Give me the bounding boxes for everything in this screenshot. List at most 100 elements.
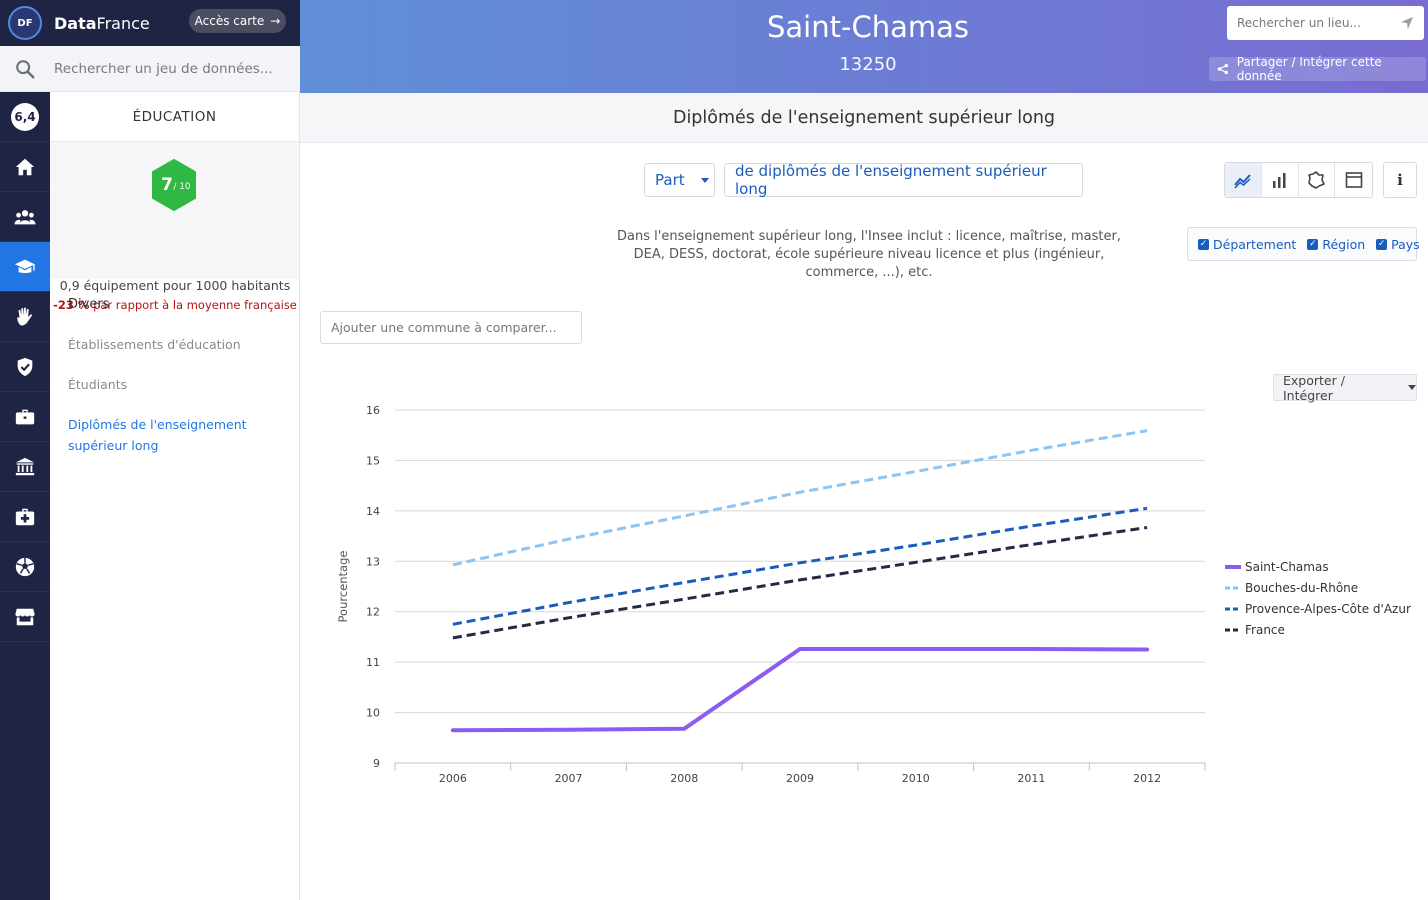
- indicator-type-select[interactable]: Part: [644, 163, 715, 197]
- y-tick-label: 9: [373, 757, 380, 770]
- y-tick-label: 10: [366, 707, 380, 720]
- checkbox-checked-icon: ✓: [1307, 238, 1319, 250]
- graduation-cap-icon: [14, 259, 35, 273]
- chart-legend[interactable]: Saint-Chamas Bouches-du-Rhône Provence-Alp…: [1225, 560, 1411, 637]
- chevron-down-icon: [1408, 385, 1416, 390]
- checkbox-checked-icon: ✓: [1376, 238, 1388, 250]
- compare-commune-input[interactable]: Ajouter une commune à comparer...: [320, 311, 582, 344]
- series-line[interactable]: [450, 647, 1150, 733]
- chart-axes: 9 10 11 12 13 14 15 16 2006 2007 2008 2009 2010 2011 2…: [336, 404, 1206, 785]
- series-line[interactable]: [452, 506, 1148, 626]
- legend-label[interactable]: Bouches-du-Rhône: [1245, 581, 1358, 595]
- brand-bar: DF DataFrance Accès carte →: [0, 0, 300, 46]
- panel-heading: ÉDUCATION: [50, 92, 299, 142]
- brand-name[interactable]: DataFrance: [54, 14, 150, 33]
- rail-item-health[interactable]: [0, 492, 50, 542]
- x-tick-label: 2009: [786, 772, 814, 785]
- rail-item-home[interactable]: [0, 142, 50, 192]
- bar-chart-icon: [1272, 173, 1286, 188]
- dataset-search[interactable]: Rechercher un jeu de données...: [0, 46, 300, 92]
- x-tick-label: 2010: [902, 772, 930, 785]
- map-icon: [1308, 171, 1326, 189]
- rail-item-population[interactable]: [0, 192, 50, 242]
- series-line[interactable]: [452, 429, 1148, 567]
- share-embed-button[interactable]: Partager / Intégrer cette donnée: [1209, 55, 1426, 83]
- line-chart: 9 10 11 12 13 14 15 16 2006 2007 2008 2009 2010 2011 2…: [336, 404, 1411, 785]
- place-search-input[interactable]: Rechercher un lieu...: [1227, 6, 1424, 40]
- map-access-button[interactable]: Accès carte →: [189, 9, 286, 33]
- y-tick-label: 12: [366, 606, 380, 619]
- arrow-right-icon: →: [270, 14, 281, 28]
- score-hexagon: 7 / 10: [152, 159, 196, 211]
- subnav-group-divers: Divers: [68, 297, 110, 312]
- visualization-toggle: [1224, 162, 1373, 198]
- x-tick-label: 2008: [670, 772, 698, 785]
- info-button[interactable]: i: [1383, 162, 1417, 198]
- pays-label: Pays: [1391, 236, 1420, 252]
- checkbox-checked-icon: ✓: [1198, 238, 1209, 250]
- legend-label[interactable]: Saint-Chamas: [1245, 560, 1329, 574]
- legend-label[interactable]: France: [1245, 623, 1285, 637]
- share-embed-label: Partager / Intégrer cette donnée: [1236, 55, 1382, 83]
- rail-item-security[interactable]: [0, 342, 50, 392]
- indicator-type-value: Part: [655, 171, 685, 189]
- location-arrow-icon[interactable]: [1400, 16, 1414, 30]
- departement-checkbox[interactable]: ✓ Département: [1198, 237, 1296, 252]
- subnav-link-etudiants[interactable]: Étudiants: [68, 374, 288, 395]
- score-value: 7: [161, 175, 173, 195]
- x-tick-label: 2006: [439, 772, 467, 785]
- y-tick-label: 11: [366, 656, 380, 669]
- chevron-down-icon: [700, 177, 709, 183]
- region-label: Région: [1322, 236, 1366, 252]
- region-checkbox[interactable]: ✓ Région: [1307, 237, 1365, 252]
- dataset-search-input[interactable]: Rechercher un jeu de données...: [54, 61, 273, 77]
- x-tick-label: 2007: [555, 772, 583, 785]
- legend-label[interactable]: Provence-Alpes-Côte d'Azur: [1245, 602, 1411, 616]
- bar-chart-button[interactable]: [1262, 163, 1299, 197]
- rail-item-institutions[interactable]: [0, 442, 50, 492]
- table-view-button[interactable]: [1335, 163, 1372, 197]
- rail-item-social[interactable]: [0, 292, 50, 342]
- y-tick-label: 16: [366, 404, 380, 417]
- line-chart-button[interactable]: [1225, 163, 1262, 197]
- y-axis-title: Pourcentage: [336, 551, 350, 623]
- datafrance-logo[interactable]: DF: [8, 6, 42, 40]
- home-icon: [15, 158, 35, 175]
- table-icon: [1345, 172, 1362, 188]
- map-view-button[interactable]: [1299, 163, 1336, 197]
- rail-item-education[interactable]: [0, 242, 50, 292]
- section-title: Diplômés de l'enseignement supérieur lon…: [300, 93, 1428, 143]
- measure-value: de diplômés de l'enseignement supérieur …: [735, 162, 1047, 198]
- briefcase-icon: [15, 409, 35, 424]
- indicator-description: Dans l'enseignement supérieur long, l'In…: [617, 229, 1121, 280]
- medical-kit-icon: [15, 508, 35, 525]
- store-icon: [15, 608, 35, 625]
- scope-filters: ✓ Département ✓ Région ✓ Pays: [1187, 227, 1420, 261]
- brand-name-light: France: [96, 13, 150, 33]
- place-banner: Saint-Chamas 13250 Rechercher un lieu...…: [300, 0, 1428, 93]
- subnav-link-etablissements[interactable]: Établissements d'éducation: [68, 334, 288, 355]
- y-tick-label: 14: [366, 505, 380, 518]
- soccer-ball-icon: [15, 557, 35, 576]
- chart-series: [450, 429, 1150, 733]
- shield-icon: [17, 357, 33, 376]
- category-score-box: 7 / 10 0,9 équipement pour 1000 habitant…: [50, 142, 299, 312]
- brand-name-bold: Data: [54, 13, 97, 33]
- rail-item-sports[interactable]: [0, 542, 50, 592]
- x-tick-label: 2011: [1017, 772, 1045, 785]
- rail-item-employment[interactable]: [0, 392, 50, 442]
- category-rail: 6,4: [0, 92, 50, 900]
- map-access-label: Accès carte: [194, 14, 265, 28]
- search-icon: [16, 59, 35, 78]
- series-line[interactable]: [452, 526, 1148, 640]
- pays-checkbox[interactable]: ✓ Pays: [1376, 237, 1420, 252]
- line-chart-icon: [1234, 174, 1251, 189]
- place-search-placeholder: Rechercher un lieu...: [1237, 16, 1361, 30]
- rail-score[interactable]: 6,4: [0, 92, 50, 142]
- people-icon: [14, 209, 36, 224]
- measure-select[interactable]: de diplômés de l'enseignement supérieur …: [724, 162, 1083, 198]
- subcategory-nav: Divers Établissements d'éducation Étudia…: [68, 297, 288, 475]
- x-tick-label: 2012: [1133, 772, 1161, 785]
- subnav-link-diplomes[interactable]: Diplômés de l'enseignement supérieur lon…: [68, 414, 248, 456]
- rail-item-commerce[interactable]: [0, 592, 50, 642]
